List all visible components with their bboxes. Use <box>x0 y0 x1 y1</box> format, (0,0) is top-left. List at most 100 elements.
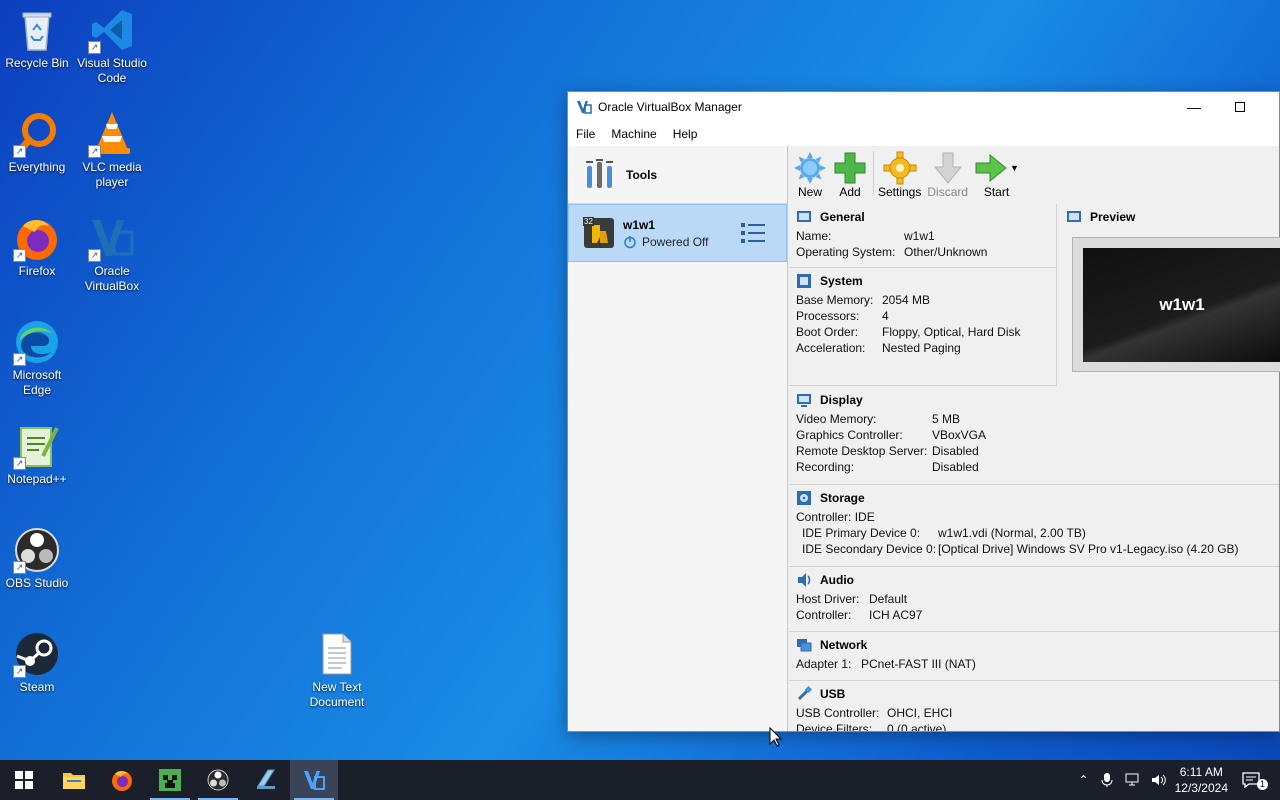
settings-button[interactable]: Settings <box>878 151 921 199</box>
section-preview: Preview <box>1058 206 1135 228</box>
shortcut-arrow-icon: ↗ <box>13 665 26 678</box>
tools-item[interactable]: Tools <box>568 146 787 204</box>
notepadpp-icon: ↗ <box>13 422 61 470</box>
system-title[interactable]: System <box>820 274 863 288</box>
vm-state-label: Powered Off <box>642 234 709 249</box>
recycle-bin-icon <box>13 6 61 54</box>
desktop-icon-vscode[interactable]: ↗ Visual Studio Code <box>75 6 149 86</box>
vm-list-item-w1w1[interactable]: 32 w1w1 Powered Off <box>568 204 787 262</box>
menu-file[interactable]: File <box>576 127 595 141</box>
title-bar[interactable]: Oracle VirtualBox Manager — <box>568 92 1279 122</box>
preview-monitor-icon <box>1067 211 1081 222</box>
vm-os-icon: 32 <box>583 217 615 249</box>
desktop-icon-virtualbox[interactable]: ↗ Oracle VirtualBox <box>75 214 149 294</box>
discard-button[interactable]: Discard <box>927 151 968 199</box>
desktop-icon-edge[interactable]: ↗ Microsoft Edge <box>0 318 74 398</box>
desktop-icon-recycle-bin[interactable]: Recycle Bin <box>0 6 74 71</box>
vlc-icon: ↗ <box>88 110 136 158</box>
menu-help[interactable]: Help <box>673 127 698 141</box>
desktop-icon-new-text-document[interactable]: New Text Document <box>300 630 374 710</box>
clock[interactable]: 6:11 AM 12/3/2024 <box>1175 764 1228 796</box>
network-title[interactable]: Network <box>820 638 867 652</box>
tools-label: Tools <box>626 167 658 182</box>
notepad-app-icon <box>257 769 275 789</box>
add-plus-icon <box>834 152 866 184</box>
desktop-icon-label: Microsoft Edge <box>12 368 62 397</box>
kv-value: PCnet-FAST III (NAT) <box>861 657 976 671</box>
start-menu-button[interactable] <box>0 760 48 800</box>
discard-label: Discard <box>927 185 969 199</box>
desktop-icon-obs[interactable]: ↗ OBS Studio <box>0 526 74 591</box>
virtualbox-manager-window: Oracle VirtualBox Manager — File Machine… <box>567 91 1280 732</box>
add-vm-button[interactable]: Add <box>833 151 867 199</box>
vm-details-menu-icon[interactable] <box>740 221 766 245</box>
clock-time: 6:11 AM <box>1179 765 1223 779</box>
audio-speaker-icon <box>798 573 811 587</box>
kv-value: Disabled <box>932 460 979 474</box>
edge-icon: ↗ <box>13 318 61 366</box>
kv-value: 0 (0 active) <box>887 722 947 731</box>
shortcut-arrow-icon: ↗ <box>13 561 26 574</box>
general-title[interactable]: General <box>820 210 865 224</box>
taskbar-firefox[interactable] <box>98 760 146 800</box>
audio-title[interactable]: Audio <box>820 573 854 587</box>
desktop-icon-label: OBS Studio <box>5 576 69 590</box>
text-file-icon <box>313 630 361 678</box>
microphone-icon[interactable] <box>1101 772 1113 788</box>
toolbar-separator <box>873 150 874 195</box>
storage-controller: Controller: IDE <box>796 510 875 524</box>
minimize-button[interactable]: — <box>1171 92 1217 122</box>
new-sun-icon <box>794 152 826 184</box>
taskbar-minecraft[interactable] <box>146 760 194 800</box>
obs-icon <box>207 769 229 791</box>
desktop-icon-notepadpp[interactable]: ↗ Notepad++ <box>0 422 74 487</box>
virtualbox-app-icon <box>577 101 592 114</box>
desktop-icon-label: New Text Document <box>309 680 365 709</box>
taskbar-file-explorer[interactable] <box>50 760 98 800</box>
start-dropdown-icon[interactable]: ▼ <box>1010 163 1019 173</box>
show-hidden-icons-chevron-icon[interactable]: ⌃ <box>1079 773 1089 787</box>
shortcut-arrow-icon: ↗ <box>88 249 101 262</box>
kv-value: 2054 MB <box>882 293 931 307</box>
kv-key: Processors: <box>796 309 860 323</box>
start-label: Start <box>983 185 1010 199</box>
preview-title[interactable]: Preview <box>1090 210 1135 224</box>
desktop-icon-firefox[interactable]: ↗ Firefox <box>0 214 74 279</box>
taskbar-virtualbox[interactable] <box>290 760 338 800</box>
maximize-button[interactable] <box>1217 92 1263 122</box>
notification-center-button[interactable]: 1 <box>1242 760 1268 800</box>
folder-icon <box>63 773 85 789</box>
kv-key: Graphics Controller: <box>796 428 903 442</box>
desktop-icon-steam[interactable]: ↗ Steam <box>0 630 74 695</box>
vm-name: w1w1 <box>623 217 656 232</box>
tools-icon <box>586 158 613 188</box>
menu-machine[interactable]: Machine <box>611 127 656 141</box>
network-icon <box>797 639 812 652</box>
section-storage: Storage Controller: IDE IDE Primary Devi… <box>789 485 1279 567</box>
kv-value: 5 MB <box>932 412 961 426</box>
preview-screen-text: w1w1 <box>1159 295 1205 314</box>
network-tray-icon[interactable] <box>1125 773 1141 787</box>
shortcut-arrow-icon: ↗ <box>13 145 26 158</box>
kv-key: Recording: <box>796 460 855 474</box>
kv-value: ICH AC97 <box>869 608 923 622</box>
taskbar-obs[interactable] <box>194 760 242 800</box>
virtualbox-icon <box>304 771 325 790</box>
storage-title[interactable]: Storage <box>820 491 865 505</box>
kv-key: Name: <box>796 229 832 243</box>
desktop-icon-vlc[interactable]: ↗ VLC media player <box>75 110 149 190</box>
shortcut-arrow-icon: ↗ <box>13 353 26 366</box>
usb-title[interactable]: USB <box>820 687 845 701</box>
kv-key: Controller: <box>796 608 852 622</box>
menu-bar: File Machine Help <box>568 122 1279 146</box>
kv-value: [Optical Drive] Windows SV Pro v1-Legacy… <box>938 542 1239 556</box>
usb-icon <box>797 686 812 701</box>
everything-search-icon: ↗ <box>13 110 61 158</box>
display-title[interactable]: Display <box>820 393 863 407</box>
taskbar-app[interactable] <box>242 760 290 800</box>
desktop-icon-everything[interactable]: ↗ Everything <box>0 110 74 175</box>
start-button[interactable]: ▼ Start <box>974 151 1019 199</box>
new-vm-button[interactable]: New <box>793 151 827 199</box>
volume-icon[interactable] <box>1151 773 1167 787</box>
general-monitor-icon <box>797 211 811 222</box>
